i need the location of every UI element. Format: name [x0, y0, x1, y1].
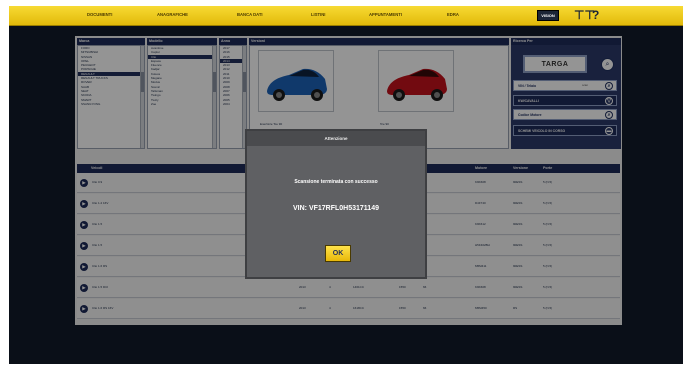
- top-menu-bar: DOCUMENTI ANAGRAFICHE BANCA DATI LISTINI…: [9, 6, 683, 26]
- dialog-message: Scansione terminata con successo: [294, 179, 378, 185]
- menu-banca-dati[interactable]: BANCA DATI: [237, 12, 263, 17]
- alert-dialog: Attenzione Scansione terminata con succe…: [245, 129, 427, 279]
- dialog-title: Attenzione: [247, 131, 425, 146]
- dialog-vin: VIN: VF17RFL0H53171149: [293, 205, 379, 212]
- vision-button[interactable]: VISION: [537, 10, 559, 21]
- app-window: DOCUMENTI ANAGRAFICHE BANCA DATI LISTINI…: [9, 6, 683, 364]
- help-icon[interactable]: ?: [592, 9, 599, 22]
- menu-edra[interactable]: EDRA: [447, 12, 459, 17]
- menu-listini[interactable]: LISTINI: [311, 12, 325, 17]
- menu-appuntamenti[interactable]: APPUNTAMENTI: [369, 12, 402, 17]
- ok-button[interactable]: OK: [325, 245, 351, 262]
- menu-anagrafiche[interactable]: ANAGRAFICHE: [157, 12, 188, 17]
- menu-documenti[interactable]: DOCUMENTI: [87, 12, 112, 17]
